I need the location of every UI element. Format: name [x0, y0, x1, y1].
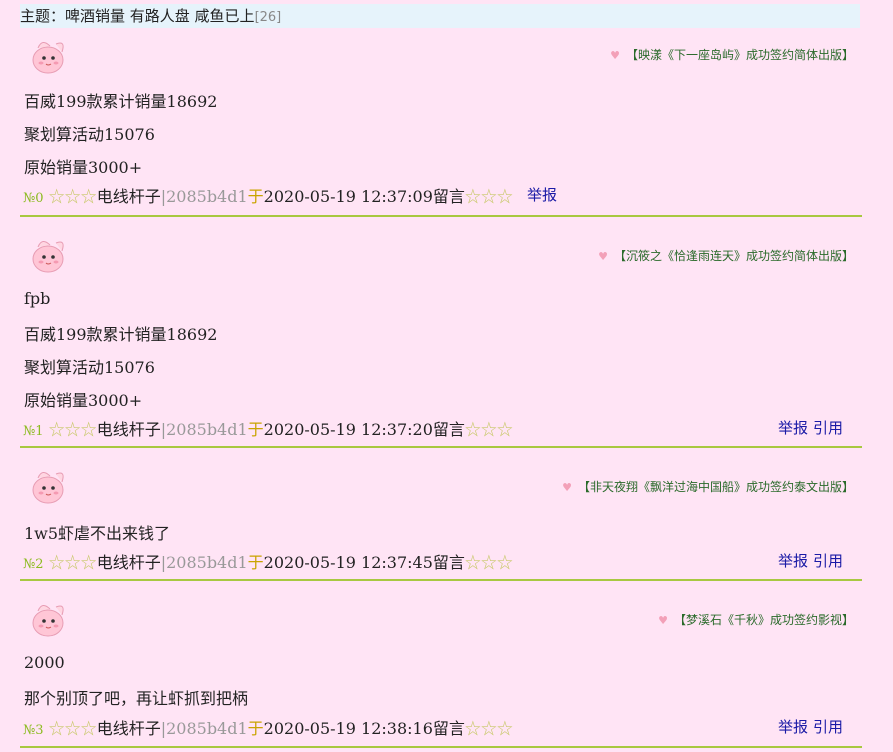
signature: ♥ 【沉筱之《恰逢雨连天》成功签约简体出版】	[598, 249, 854, 263]
post-line: 1w5虾虐不出来钱了	[24, 524, 171, 543]
post-time: 2020-05-19 12:38:16	[263, 719, 433, 738]
post-meta: №1 ☆☆☆电线杆子|2085b4d1于2020-05-19 12:37:20留…	[23, 420, 513, 439]
signature: ♥ 【梦溪石《千秋》成功签约影视】	[658, 613, 854, 627]
post-line: 百威199款累计销量18692	[24, 325, 218, 344]
post-meta: №2 ☆☆☆电线杆子|2085b4d1于2020-05-19 12:37:45留…	[23, 553, 513, 572]
quote-link[interactable]: 引用	[813, 550, 843, 571]
author-hash: |2085b4d1	[160, 719, 248, 738]
post-number: №3	[23, 723, 44, 738]
post-line: 那个别顶了吧，再让虾抓到把柄	[24, 689, 249, 708]
star-icon: ☆☆☆	[48, 187, 97, 206]
post-time: 2020-05-19 12:37:09	[263, 187, 433, 206]
author-name: 电线杆子	[96, 420, 161, 439]
post: ♥ 【梦溪石《千秋》成功签约影视】 2000 那个别顶了吧，再让虾抓到把柄 №3 …	[20, 581, 862, 748]
author-hash: |2085b4d1	[160, 420, 248, 439]
avatar-icon	[32, 472, 64, 504]
star-icon: ☆☆☆	[48, 553, 97, 572]
post-line: 原始销量3000+	[24, 158, 143, 177]
heart-icon: ♥	[658, 614, 668, 627]
post-number: №1	[23, 424, 44, 439]
post: ♥ 【非天夜翔《飘洋过海中国船》成功签约泰文出版】 1w5虾虐不出来钱了 №2 ☆…	[20, 448, 862, 581]
star-icon: ☆☆☆	[464, 553, 513, 572]
post-line: 原始销量3000+	[24, 391, 143, 410]
post-line: 聚划算活动15076	[24, 125, 155, 144]
signature: ♥ 【非天夜翔《飘洋过海中国船》成功签约泰文出版】	[562, 480, 854, 494]
report-link[interactable]: 举报	[778, 550, 808, 571]
heart-icon: ♥	[562, 481, 572, 494]
post: ♥ 【映漾《下一座岛屿》成功签约简体出版】 百威199款累计销量18692 聚划算…	[20, 30, 862, 217]
avatar-icon	[32, 42, 64, 74]
avatar-icon	[32, 241, 64, 273]
topic-title: 啤酒销量 有路人盘 咸鱼已上	[65, 7, 255, 25]
star-icon: ☆☆☆	[464, 719, 513, 738]
author-name: 电线杆子	[96, 553, 161, 572]
star-icon: ☆☆☆	[464, 187, 513, 206]
post-meta: №0 ☆☆☆电线杆子|2085b4d1于2020-05-19 12:37:09留…	[23, 187, 513, 206]
post-time: 2020-05-19 12:37:20	[263, 420, 433, 439]
author-hash: |2085b4d1	[160, 187, 248, 206]
post: ♥ 【沉筱之《恰逢雨连天》成功签约简体出版】 fpb 百威199款累计销量1869…	[20, 217, 862, 448]
report-link[interactable]: 举报	[527, 184, 557, 205]
post-line: fpb	[24, 289, 51, 308]
star-icon: ☆☆☆	[464, 420, 513, 439]
post-number: №0	[23, 191, 44, 206]
post-time: 2020-05-19 12:37:45	[263, 553, 433, 572]
report-link[interactable]: 举报	[778, 716, 808, 737]
post-line: 百威199款累计销量18692	[24, 92, 218, 111]
topic-bar: 主题：啤酒销量 有路人盘 咸鱼已上[26]	[20, 4, 860, 28]
star-icon: ☆☆☆	[48, 420, 97, 439]
star-icon: ☆☆☆	[48, 719, 97, 738]
quote-link[interactable]: 引用	[813, 716, 843, 737]
avatar-icon	[32, 605, 64, 637]
topic-prefix: 主题：	[20, 7, 66, 25]
post-meta: №3 ☆☆☆电线杆子|2085b4d1于2020-05-19 12:38:16留…	[23, 719, 513, 738]
heart-icon: ♥	[598, 250, 608, 263]
author-name: 电线杆子	[96, 187, 161, 206]
report-link[interactable]: 举报	[778, 417, 808, 438]
author-name: 电线杆子	[96, 719, 161, 738]
author-hash: |2085b4d1	[160, 553, 248, 572]
heart-icon: ♥	[610, 49, 620, 62]
post-number: №2	[23, 557, 44, 572]
quote-link[interactable]: 引用	[813, 417, 843, 438]
post-line: 2000	[24, 653, 65, 672]
reply-count: [26]	[254, 10, 282, 25]
post-line: 聚划算活动15076	[24, 358, 155, 377]
signature: ♥ 【映漾《下一座岛屿》成功签约简体出版】	[610, 48, 854, 62]
